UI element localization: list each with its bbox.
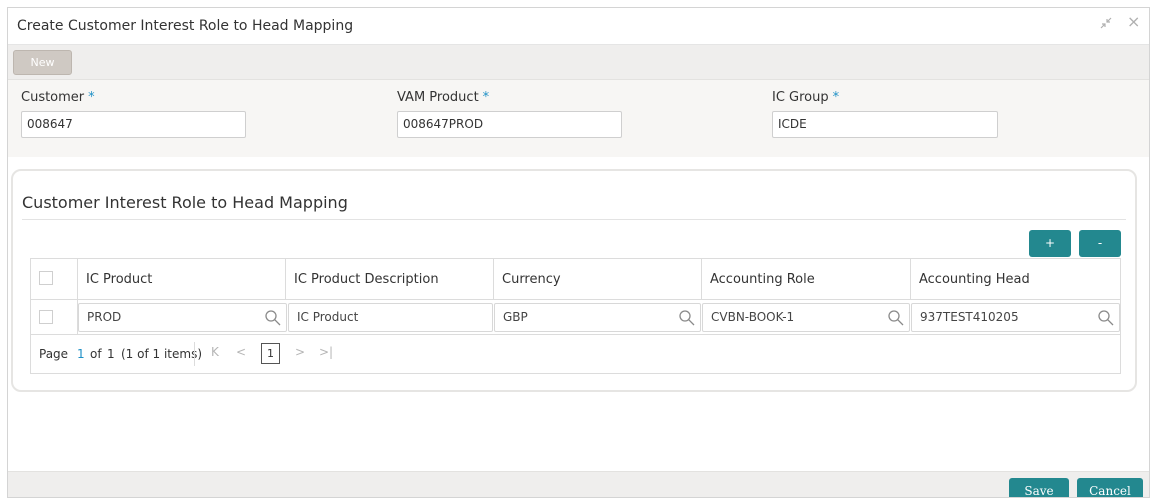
ic-group-field[interactable]: ICDE [772,111,998,138]
vam-product-field[interactable]: 008647PROD [397,111,622,138]
header-select-col [31,259,78,299]
pagination: Page 1 of 1 (1 of 1 items) K < 1 > >| [31,335,1120,373]
save-button[interactable]: Save [1009,478,1069,497]
table-row: PROD IC Product GBP CVBN-BOOK-1 937TEST4… [31,300,1120,335]
panel-title: Customer Interest Role to Head Mapping [22,193,348,212]
customer-field[interactable]: 008647 [21,111,246,138]
cell-accounting-head: 937TEST410205 [911,300,1122,334]
ic-product-description-input[interactable]: IC Product [288,303,493,332]
footer-bar: Save Cancel [8,471,1149,497]
search-icon[interactable] [1097,309,1115,327]
first-page-icon[interactable]: K [211,345,219,359]
page-number-box[interactable]: 1 [261,343,280,364]
cell-accounting-role: CVBN-BOOK-1 [702,300,911,334]
remove-row-button[interactable]: - [1079,230,1121,257]
accounting-role-input[interactable]: CVBN-BOOK-1 [702,303,910,332]
restore-icon[interactable] [1099,16,1113,35]
customer-label: Customer * [21,90,95,105]
header-accounting-role: Accounting Role [702,259,911,299]
prev-page-icon[interactable]: < [236,345,246,359]
search-icon[interactable] [678,309,696,327]
header-currency: Currency [494,259,702,299]
vam-product-label: VAM Product * [397,90,490,105]
last-page-icon[interactable]: >| [319,345,333,359]
pager-current-page: 1 [77,347,85,361]
row-checkbox[interactable] [39,310,53,324]
cancel-button[interactable]: Cancel [1077,478,1143,497]
select-all-checkbox[interactable] [39,271,53,285]
accounting-head-input[interactable]: 937TEST410205 [911,303,1120,332]
cell-ic-product-description: IC Product [286,300,494,334]
ic-group-label: IC Group * [772,90,840,105]
mapping-grid: IC Product IC Product Description Curren… [30,258,1121,374]
next-page-icon[interactable]: > [295,345,305,359]
new-button[interactable]: New [13,50,72,75]
pager-of-label: of [90,347,102,361]
search-icon[interactable] [887,309,905,327]
pager-total-pages: 1 [107,347,115,361]
cell-currency: GBP [494,300,702,334]
header-ic-product: IC Product [78,259,286,299]
currency-input[interactable]: GBP [494,303,701,332]
pager-items-text: (1 of 1 items) [121,347,203,361]
title-bar: Create Customer Interest Role to Head Ma… [8,8,1149,45]
toolbar: New [8,45,1149,80]
header-ic-product-description: IC Product Description [286,259,494,299]
pager-page-label: Page [39,347,69,361]
search-icon[interactable] [264,309,282,327]
panel-divider [22,219,1126,220]
dialog-window: Create Customer Interest Role to Head Ma… [7,7,1150,498]
mapping-panel: Customer Interest Role to Head Mapping +… [11,169,1137,392]
pager-separator [194,342,195,366]
close-icon[interactable]: × [1127,14,1140,30]
row-select-col [31,300,78,334]
cell-ic-product: PROD [78,300,287,334]
header-form: Customer * 008647 VAM Product * 008647PROD… [8,80,1149,157]
ic-product-input[interactable]: PROD [78,303,287,332]
header-accounting-head: Accounting Head [919,272,1030,287]
grid-header: IC Product IC Product Description Curren… [31,259,1120,300]
dialog-title: Create Customer Interest Role to Head Ma… [17,18,354,34]
add-row-button[interactable]: + [1029,230,1071,257]
